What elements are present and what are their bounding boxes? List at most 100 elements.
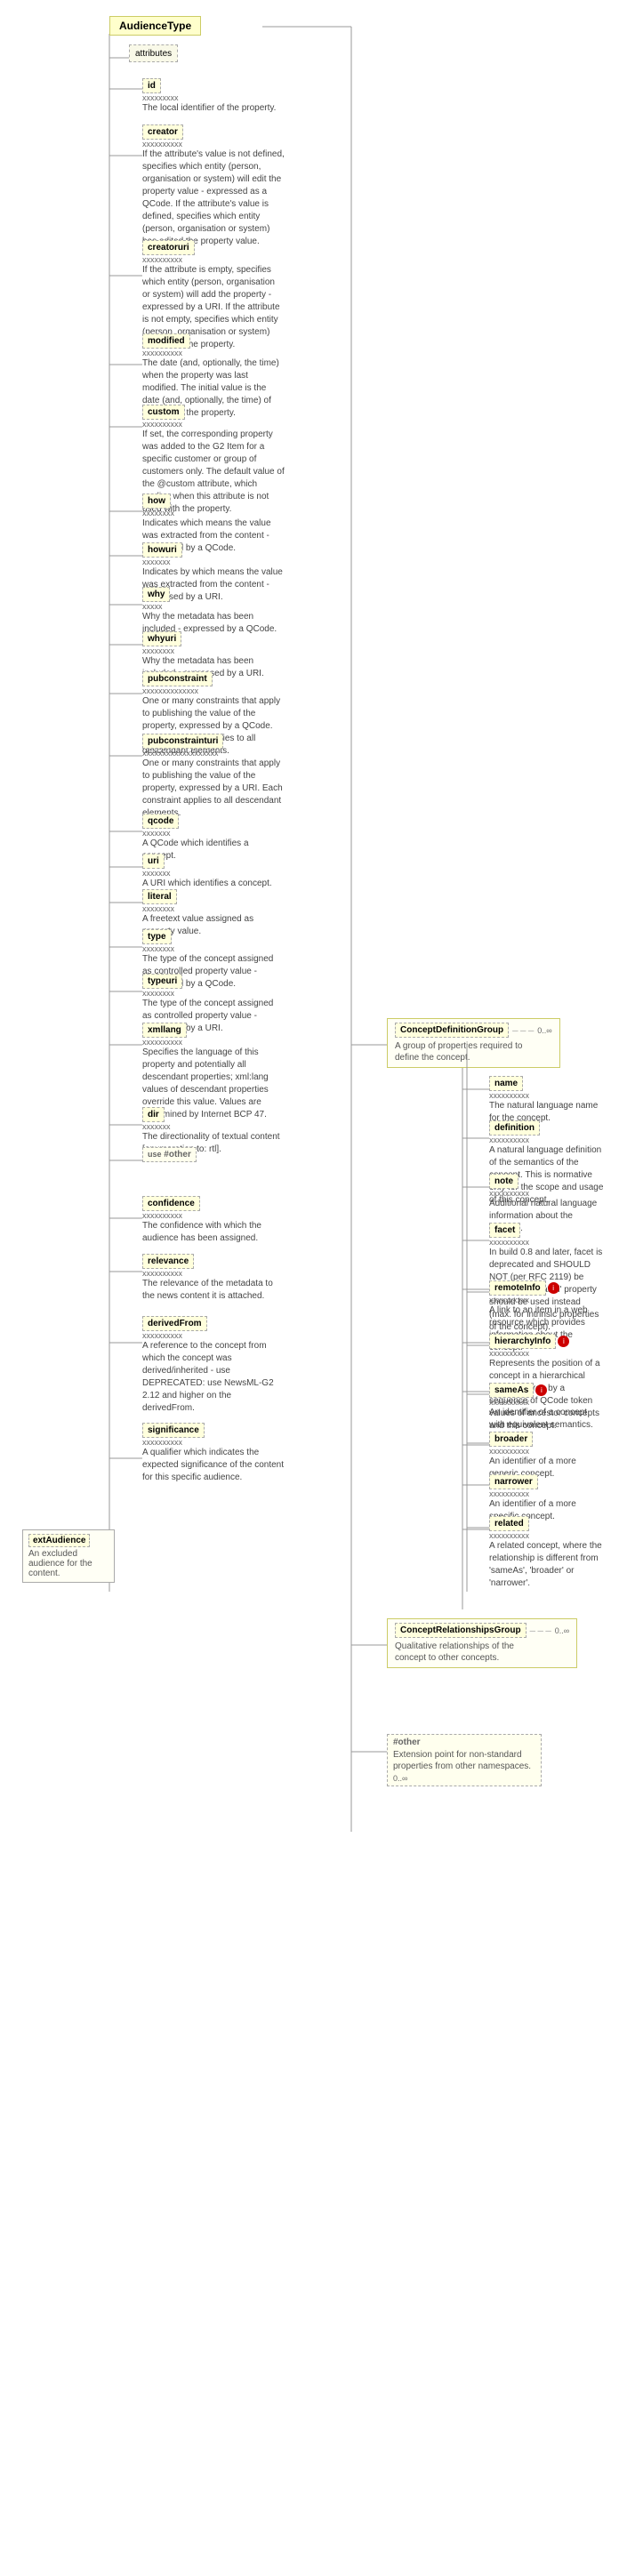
- cdg-sameas-dots: xxxxxxxxxx: [489, 1398, 605, 1407]
- prop-uri: uri xxxxxxx A URI which identifies a con…: [142, 854, 272, 890]
- prop-how-dots: xxxxxxxx: [142, 509, 285, 518]
- prop-relevance-desc: The relevance of the metadata to the new…: [142, 1278, 285, 1303]
- ext-audience-box: extAudience An excluded audience for the…: [22, 1529, 115, 1583]
- prop-derivedfrom-desc: A reference to the concept from which th…: [142, 1340, 285, 1415]
- prop-uri-desc: A URI which identifies a concept.: [142, 878, 272, 890]
- ext-audience-label: extAudience: [28, 1534, 90, 1547]
- concept-definition-group-box: ConceptDefinitionGroup ─ ─ ─ 0..∞ A grou…: [387, 1018, 560, 1068]
- cdg-remoteinfo-box: remoteInfo: [489, 1280, 546, 1296]
- prop-confidence: confidence xxxxxxxxxx The confidence wit…: [142, 1196, 285, 1245]
- prop-creator-box: creator: [142, 124, 183, 140]
- concept-definition-group-title: ConceptDefinitionGroup: [395, 1023, 509, 1038]
- prop-creatoruri-box: creatoruri: [142, 240, 195, 255]
- prop-uri-dots: xxxxxxx: [142, 869, 272, 878]
- prop-significance-desc: A qualifier which indicates the expected…: [142, 1447, 285, 1484]
- prop-confidence-box: confidence: [142, 1196, 200, 1211]
- prop-typeuri-box: typeuri: [142, 974, 182, 989]
- cdg-sameas: sameAs i xxxxxxxxxx An identifier of a c…: [489, 1383, 605, 1432]
- cdg-narrower-dots: xxxxxxxxxx: [489, 1489, 605, 1498]
- cdg-note-dots: xxxxxxxxxx: [489, 1189, 605, 1198]
- prop-uri-box: uri: [142, 854, 165, 869]
- prop-creatoruri-dots: xxxxxxxxxx: [142, 255, 285, 264]
- hash-other-bottom-label: #other: [393, 1737, 535, 1747]
- prop-id: id xxxxxxxxx The local identifier of the…: [142, 78, 276, 115]
- cdg-facet-box: facet: [489, 1223, 520, 1238]
- prop-creator-dots: xxxxxxxxxx: [142, 140, 285, 148]
- prop-why-dots: xxxxx: [142, 602, 285, 611]
- cdg-definition-dots: xxxxxxxxxx: [489, 1136, 605, 1144]
- prop-why-box: why: [142, 587, 170, 602]
- prop-relevance-dots: xxxxxxxxxx: [142, 1269, 285, 1278]
- hash-other-bottom-box: #other Extension point for non-standard …: [387, 1734, 542, 1786]
- prop-custom-dots: xxxxxxxxxx: [142, 420, 285, 429]
- prop-dir-dots: xxxxxxx: [142, 1122, 285, 1131]
- prop-why: why xxxxx Why the metadata has been incl…: [142, 587, 285, 636]
- prop-confidence-dots: xxxxxxxxxx: [142, 1211, 285, 1220]
- cdg-narrower-box: narrower: [489, 1474, 538, 1489]
- prop-howuri-box: howuri: [142, 542, 182, 558]
- cdg-name-box: name: [489, 1076, 523, 1091]
- concept-relationships-group-desc: Qualitative relationships of the concept…: [395, 1641, 528, 1664]
- prop-typeuri-dots: xxxxxxxx: [142, 989, 285, 998]
- prop-relevance: relevance xxxxxxxxxx The relevance of th…: [142, 1254, 285, 1303]
- concept-relationships-group-box: ConceptRelationshipsGroup ─ ─ ─ 0..∞ Qua…: [387, 1618, 577, 1668]
- prop-id-box: id: [142, 78, 161, 93]
- hierarchy-info-badge: i: [558, 1336, 569, 1347]
- prop-creator: creator xxxxxxxxxx If the attribute's va…: [142, 124, 285, 248]
- right-connector-svg: [13, 9, 618, 1876]
- cdg-definition-box: definition: [489, 1120, 540, 1136]
- cdg-hierarchyinfo-box: hierarchyInfo: [489, 1334, 556, 1349]
- prop-whyuri-dots: xxxxxxxx: [142, 646, 285, 655]
- prop-pubconstrainturi-desc: One or many constraints that apply to pu…: [142, 758, 285, 820]
- crg-connector: ─ ─ ─: [530, 1626, 551, 1635]
- prop-id-desc: The local identifier of the property.: [142, 102, 276, 115]
- prop-pubconstraint-box: pubconstraint: [142, 671, 213, 686]
- prop-pubconstraint-dots: xxxxxxxxxxxxxx: [142, 686, 285, 695]
- attributes-label: attributes: [135, 49, 172, 59]
- prop-custom-box: custom: [142, 405, 185, 420]
- prop-type-dots: xxxxxxxx: [142, 944, 285, 953]
- cdg-related-desc: A related concept, where the relationshi…: [489, 1540, 605, 1590]
- prop-xmllang-box: xmllang: [142, 1023, 187, 1038]
- prop-confidence-desc: The confidence with which the audience h…: [142, 1220, 285, 1245]
- prop-derivedfrom-dots: xxxxxxxxxx: [142, 1331, 285, 1340]
- prop-id-dots: xxxxxxxxx: [142, 93, 276, 102]
- concept-relationships-group-title: ConceptRelationshipsGroup: [395, 1623, 527, 1638]
- prop-literal-dots: xxxxxxxx: [142, 904, 285, 913]
- prop-other-use-box: use #other: [142, 1147, 197, 1162]
- cdg-facet-dots: xxxxxxxxxx: [489, 1238, 605, 1247]
- cdg-name-dots: xxxxxxxxxx: [489, 1091, 605, 1100]
- prop-other-use: use #other: [142, 1147, 197, 1162]
- audience-type-title: AudienceType: [109, 16, 201, 36]
- prop-modified-dots: xxxxxxxxxx: [142, 349, 285, 357]
- cdg-related-box: related: [489, 1516, 529, 1531]
- cdg-broader: broader xxxxxxxxxx An identifier of a mo…: [489, 1432, 605, 1481]
- prop-how-box: how: [142, 494, 171, 509]
- prop-type-box: type: [142, 929, 172, 944]
- cdg-related-dots: xxxxxxxxxx: [489, 1531, 605, 1540]
- cdg-hierarchyinfo-dots: xxxxxxxxxx: [489, 1349, 605, 1358]
- cdg-name: name xxxxxxxxxx The natural language nam…: [489, 1076, 605, 1125]
- cdg-sameas-desc: An identifier of a concept with equivale…: [489, 1407, 605, 1432]
- prop-significance-dots: xxxxxxxxxx: [142, 1438, 285, 1447]
- cdg-note-box: note: [489, 1174, 518, 1189]
- cdg-broader-box: broader: [489, 1432, 533, 1447]
- prop-significance: significance xxxxxxxxxx A qualifier whic…: [142, 1423, 285, 1484]
- prop-literal-box: literal: [142, 889, 177, 904]
- prop-whyuri-box: whyuri: [142, 631, 181, 646]
- prop-derivedfrom: derivedFrom xxxxxxxxxx A reference to th…: [142, 1316, 285, 1415]
- concept-definition-group-desc: A group of properties required to define…: [395, 1040, 528, 1063]
- cdg-sameas-box: sameAs: [489, 1383, 534, 1398]
- cdg-remoteinfo-dots: xxxxxxxxxx: [489, 1296, 605, 1304]
- prop-pubconstrainturi-dots: xxxxxxxxxxxxxxxxxxx: [142, 749, 285, 758]
- remote-info-badge: i: [548, 1282, 559, 1294]
- prop-creator-desc: If the attribute's value is not defined,…: [142, 148, 285, 248]
- schema-container: AudienceType attributes id xxxxxxxxx The…: [0, 0, 627, 2552]
- hash-other-bottom-desc: Extension point for non-standard propert…: [393, 1749, 535, 1772]
- cdg-broader-dots: xxxxxxxxxx: [489, 1447, 605, 1456]
- cdg-connector: ─ ─ ─: [512, 1026, 534, 1035]
- same-as-badge: i: [535, 1384, 547, 1396]
- cdg-related: related xxxxxxxxxx A related concept, wh…: [489, 1516, 605, 1590]
- prop-relevance-box: relevance: [142, 1254, 194, 1269]
- ext-audience-desc: An excluded audience for the content.: [28, 1549, 109, 1578]
